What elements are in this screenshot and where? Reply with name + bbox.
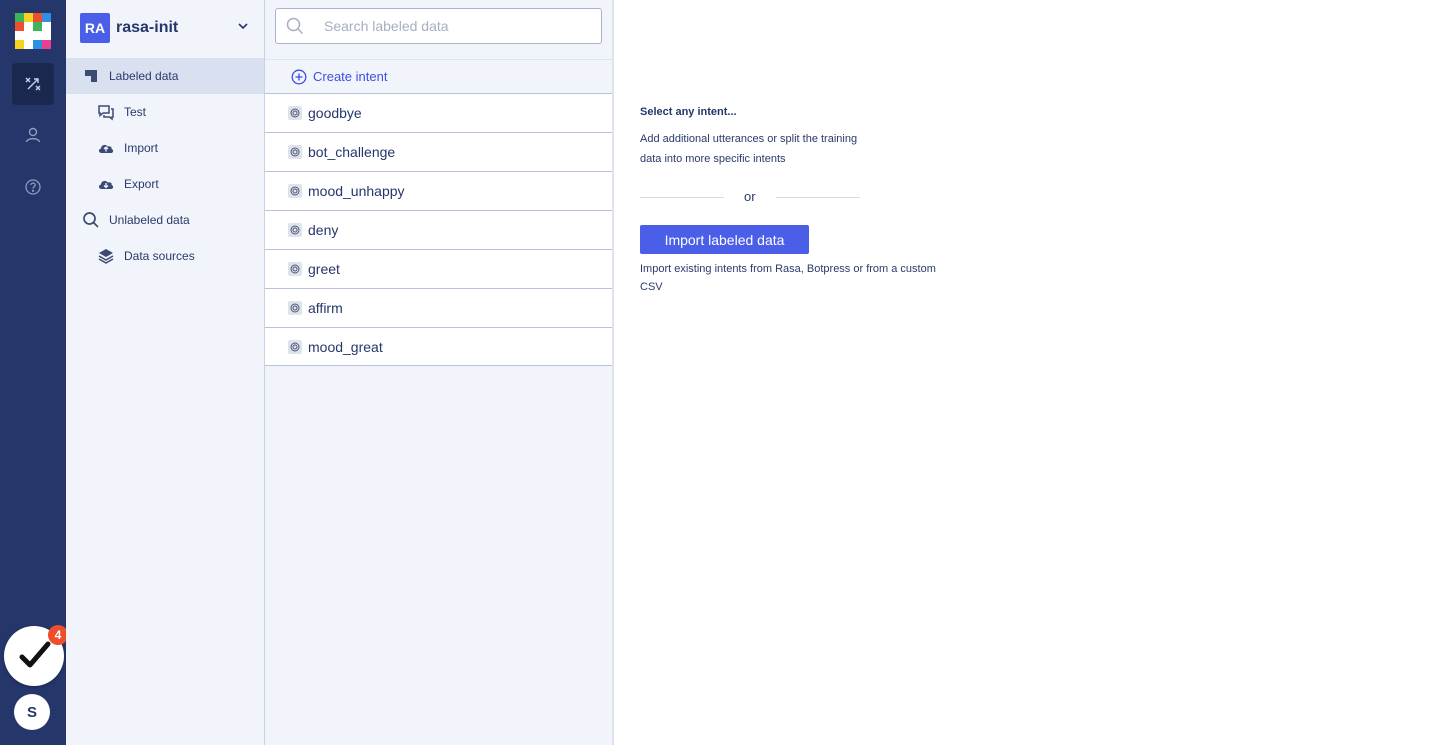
nav-item-label: Unlabeled data [109, 213, 190, 227]
or-text: or [744, 189, 756, 204]
target-icon [290, 108, 300, 118]
nav-item-label: Import [124, 141, 159, 155]
empty-state-description: Add additional utterances or split the t… [640, 133, 858, 165]
create-intent-label: Create intent [313, 69, 388, 84]
project-sidebar: RA rasa-init Labeled data Test Import Ex… [66, 0, 265, 745]
search-icon [286, 17, 304, 35]
main-panel: Select any intent... Add additional utte… [616, 0, 1440, 745]
rail-help-button[interactable] [12, 166, 54, 208]
rail-training-button[interactable] [12, 63, 54, 105]
nav-item-data-sources[interactable]: Data sources [66, 238, 264, 274]
search-input[interactable] [324, 18, 584, 34]
intent-row[interactable]: bot_challenge [265, 132, 612, 171]
nav-item-label: Labeled data [109, 69, 179, 83]
divider-line [640, 197, 724, 198]
chevron-down-icon [238, 23, 248, 30]
intent-name: affirm [308, 300, 343, 316]
import-labeled-data-button[interactable]: Import labeled data [640, 225, 809, 254]
help-icon [25, 179, 41, 195]
app-logo-icon[interactable] [15, 13, 51, 49]
intent-name: goodbye [308, 105, 362, 121]
search-box [275, 8, 602, 44]
target-icon [290, 147, 300, 157]
nav-item-labeled-data[interactable]: Labeled data [66, 58, 264, 94]
intent-name: deny [308, 222, 339, 238]
intent-row[interactable]: greet [265, 249, 612, 288]
intent-row[interactable]: deny [265, 210, 612, 249]
project-name: rasa-init [116, 19, 179, 36]
or-divider: or [640, 188, 860, 206]
empty-state-title: Select any intent... [640, 106, 737, 118]
cloud-download-icon [98, 180, 114, 189]
nav-item-label: Export [124, 177, 159, 191]
intent-name: mood_great [308, 338, 383, 355]
divider-line [776, 197, 860, 198]
intent-row[interactable]: goodbye [265, 93, 612, 132]
labeled-data-icon [85, 70, 97, 82]
target-icon [290, 342, 300, 351]
intent-name: mood_unhappy [308, 183, 405, 199]
checkmark-icon [19, 641, 51, 668]
intent-row[interactable]: affirm [265, 288, 612, 327]
target-icon [290, 303, 300, 313]
plus-circle-icon [291, 69, 307, 84]
intent-name: greet [308, 261, 340, 277]
nav-item-test[interactable]: Test [66, 94, 264, 130]
nav-item-label: Test [124, 105, 147, 119]
target-icon [290, 225, 300, 235]
intent-name: bot_challenge [308, 144, 396, 160]
import-description: Import existing intents from Rasa, Botpr… [640, 263, 936, 293]
user-icon [25, 127, 41, 143]
nav-item-export[interactable]: Export [66, 166, 264, 202]
rail-users-button[interactable] [12, 114, 54, 156]
layers-icon [98, 249, 114, 264]
intent-list: goodbye bot_challenge mood_unhappy deny … [265, 93, 612, 366]
nav-item-import[interactable]: Import [66, 130, 264, 166]
cloud-upload-icon [98, 144, 114, 153]
create-intent-button[interactable]: Create intent [265, 59, 612, 93]
training-icon [25, 77, 41, 91]
project-selector[interactable]: RA rasa-init [80, 13, 250, 43]
user-avatar[interactable]: S [14, 694, 50, 730]
intent-row[interactable]: mood_unhappy [265, 171, 612, 210]
project-badge: RA [80, 13, 110, 43]
nav-item-unlabeled-data[interactable]: Unlabeled data [66, 202, 264, 238]
chat-icon [98, 105, 114, 121]
intent-list-panel: Create intent goodbye bot_challenge mood… [265, 0, 738, 745]
search-icon [83, 212, 99, 228]
notification-badge: 4 [48, 625, 68, 645]
intent-row[interactable]: mood_great [265, 327, 612, 366]
target-icon [290, 264, 300, 274]
target-icon [290, 186, 300, 196]
app-rail: 4 S [0, 0, 68, 745]
nav-item-label: Data sources [124, 249, 195, 263]
